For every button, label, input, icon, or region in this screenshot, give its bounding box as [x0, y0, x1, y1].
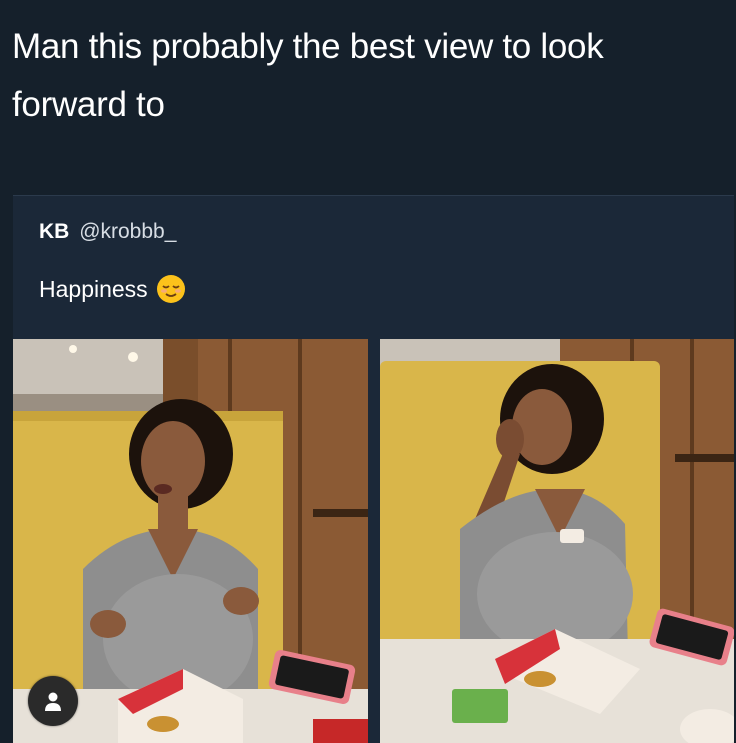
- user-tag-button[interactable]: [28, 676, 78, 726]
- caption-line-2: forward to: [12, 85, 165, 124]
- tweet-body: Happiness: [39, 274, 186, 304]
- tweet-display-name: KB: [39, 220, 70, 243]
- caption-line-1: Man this probably the best view to look: [12, 27, 604, 66]
- tweet-author[interactable]: KB @krobbb_: [39, 220, 176, 244]
- tweet-handle[interactable]: @krobbb_: [79, 220, 176, 243]
- post-caption: Man this probably the best view to look …: [12, 18, 724, 134]
- tweet-text: Happiness: [39, 275, 148, 302]
- user-icon: [45, 692, 61, 711]
- photo-right[interactable]: [380, 339, 734, 743]
- photo-right-image: [380, 339, 734, 743]
- embedded-tweet[interactable]: KB @krobbb_ Happiness: [13, 195, 734, 743]
- relieved-face-emoji-icon: [156, 275, 185, 303]
